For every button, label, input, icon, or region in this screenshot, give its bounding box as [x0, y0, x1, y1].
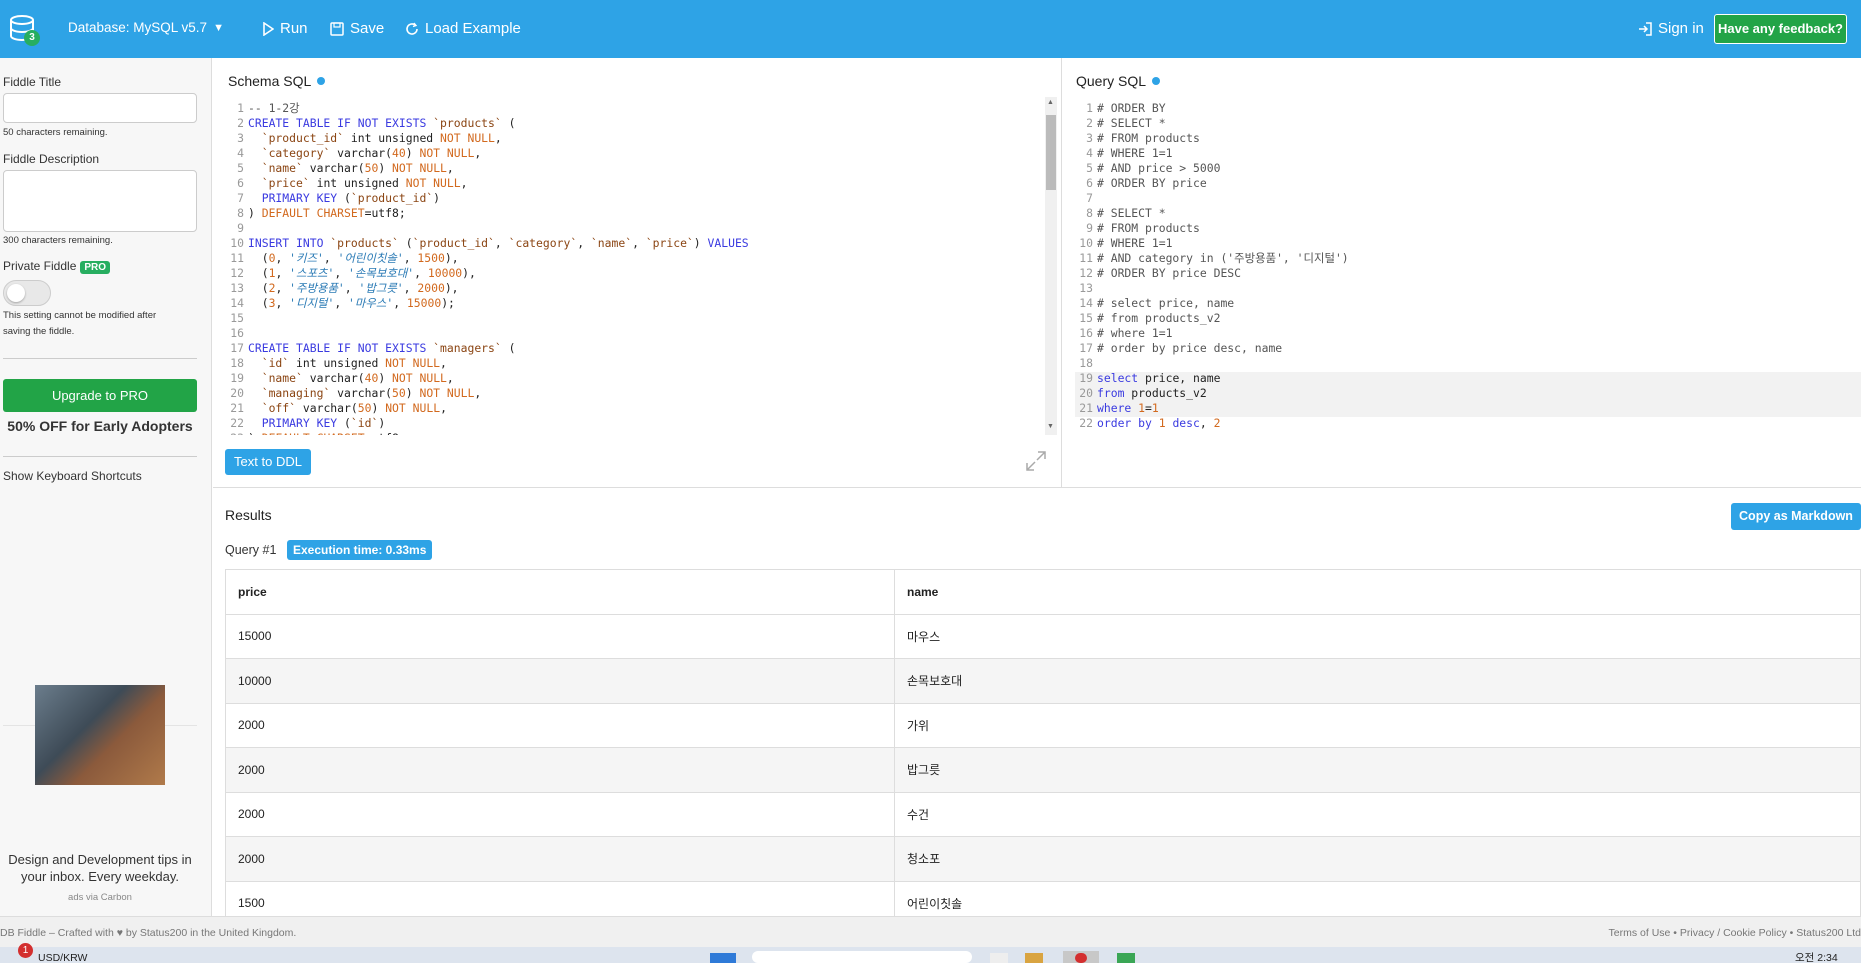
title-remaining: 50 characters remaining. [3, 127, 108, 138]
fiddle-title-input[interactable] [3, 93, 197, 123]
app-icon[interactable] [990, 953, 1008, 963]
sign-in-icon [1639, 21, 1652, 36]
toggle-knob [7, 284, 25, 302]
text-to-ddl-button[interactable]: Text to DDL [225, 449, 311, 475]
footer-links[interactable]: Terms of Use • Privacy / Cookie Policy •… [1609, 927, 1861, 939]
ad-text-1[interactable]: Design and Development tips in [3, 851, 197, 868]
ad-via[interactable]: ads via Carbon [3, 892, 197, 903]
query-title-text: Query SQL [1076, 73, 1147, 89]
play-icon [263, 21, 274, 36]
cell-price: 2000 [225, 702, 895, 748]
query-title: Query SQL [1076, 73, 1161, 89]
feedback-button[interactable]: Have any feedback? [1714, 14, 1847, 44]
description-textarea[interactable] [3, 170, 197, 232]
table-row: 15000 마우스 [225, 613, 1861, 659]
panel-divider [1061, 58, 1062, 488]
offer-text: 50% OFF for Early Adopters [7, 418, 193, 434]
cell-price: 2000 [225, 747, 895, 793]
description-remaining: 300 characters remaining. [3, 235, 113, 246]
ticker-widget[interactable]: USD/KRW [38, 952, 87, 964]
table-row: 2000 수건 [225, 791, 1861, 837]
floppy-icon [330, 21, 344, 36]
cell-price: 2000 [225, 791, 895, 837]
keyboard-shortcuts-link[interactable]: Show Keyboard Shortcuts [3, 469, 142, 483]
cell-name: 밥그릇 [894, 747, 1861, 793]
copy-markdown-button[interactable]: Copy as Markdown [1731, 503, 1861, 530]
save-button[interactable]: Save [330, 20, 384, 37]
private-fiddle-label: Private Fiddle PRO [3, 259, 111, 274]
folder-icon[interactable] [1025, 953, 1043, 963]
footer: DB Fiddle – Crafted with ♥ by Status200 … [0, 916, 1861, 947]
cell-name: 마우스 [894, 613, 1861, 659]
table-row: 2000 가위 [225, 702, 1861, 748]
schema-title-text: Schema SQL [228, 73, 312, 89]
sign-in-button[interactable]: Sign in [1638, 20, 1704, 37]
query-label: Query #1 [225, 543, 277, 557]
expand-icon[interactable] [1025, 450, 1047, 472]
column-header-price: price [225, 569, 895, 615]
private-fiddle-text: Private Fiddle [3, 259, 77, 273]
windows-start-icon[interactable] [710, 953, 736, 963]
app-icon[interactable] [1117, 953, 1135, 963]
scroll-thumb[interactable] [1046, 115, 1056, 190]
column-header-name: name [894, 569, 1861, 615]
results-table: price name 15000 마우스 10000 손목보호대 2000 가위 20… [225, 569, 1861, 926]
top-bar: 3 Database: MySQL v5.7 ▼ Run Save Load E… [0, 0, 1861, 58]
os-taskbar: 1 USD/KRW 오전 2:34 [0, 943, 1861, 964]
cell-price: 2000 [225, 836, 895, 882]
chrome-icon[interactable] [1075, 953, 1087, 963]
load-example-label: Load Example [425, 20, 521, 37]
chevron-down-icon: ▼ [213, 21, 224, 34]
fiddle-title-label: Fiddle Title [3, 75, 62, 89]
run-label: Run [280, 20, 308, 37]
ad-image[interactable] [35, 685, 165, 785]
query-editor[interactable]: 1 # ORDER BY 2 # SELECT * 3 # FROM products… [1077, 101, 1857, 435]
table-row: 10000 손목보호대 [225, 658, 1861, 704]
divider [3, 456, 197, 457]
pro-badge: PRO [80, 261, 111, 274]
execution-time-badge: Execution time: 0.33ms [287, 540, 433, 560]
cell-name: 청소포 [894, 836, 1861, 882]
notification-badge[interactable]: 1 [18, 943, 33, 958]
description-label: Fiddle Description [3, 152, 100, 166]
sign-in-label: Sign in [1658, 20, 1704, 37]
table-row: 2000 밥그릇 [225, 747, 1861, 793]
schema-scrollbar[interactable]: ▲ ▼ [1045, 97, 1057, 435]
load-example-button[interactable]: Load Example [405, 20, 521, 37]
database-selector[interactable]: Database: MySQL v5.7 ▼ [68, 20, 224, 35]
private-toggle[interactable] [3, 280, 51, 306]
cell-name: 가위 [894, 702, 1861, 748]
upgrade-button[interactable]: Upgrade to PRO [3, 379, 197, 412]
results-title: Results [225, 507, 272, 523]
run-button[interactable]: Run [262, 20, 308, 37]
private-note-1: This setting cannot be modified after [3, 310, 157, 321]
sidebar: Fiddle Title 50 characters remaining. Fi… [0, 58, 212, 916]
results-divider [213, 487, 1861, 488]
save-label: Save [350, 20, 385, 37]
unsaved-dot [1152, 77, 1161, 85]
scroll-down-icon[interactable]: ▼ [1047, 423, 1054, 430]
cell-name: 손목보호대 [894, 658, 1861, 704]
taskbar-search[interactable] [752, 951, 972, 963]
table-header-row: price name [225, 569, 1861, 615]
ad-text-2[interactable]: your inbox. Every weekday. [3, 868, 197, 885]
divider [3, 358, 197, 359]
refresh-icon [406, 22, 418, 35]
table-row: 2000 청소포 [225, 836, 1861, 882]
footer-credits: DB Fiddle – Crafted with ♥ by Status200 … [0, 927, 297, 939]
cell-price: 15000 [225, 613, 895, 659]
database-label: Database: MySQL v5.7 [68, 20, 208, 35]
private-note-2: saving the fiddle. [3, 326, 75, 337]
schema-title: Schema SQL [228, 73, 326, 89]
unsaved-dot [317, 77, 326, 85]
schema-editor[interactable]: 1 -- 1-2강 2 CREATE TABLE IF NOT EXISTS `pr… [228, 101, 1043, 435]
cell-name: 수건 [894, 791, 1861, 837]
cell-price: 10000 [225, 658, 895, 704]
db-count-badge: 3 [24, 30, 40, 46]
scroll-up-icon[interactable]: ▲ [1047, 99, 1054, 106]
